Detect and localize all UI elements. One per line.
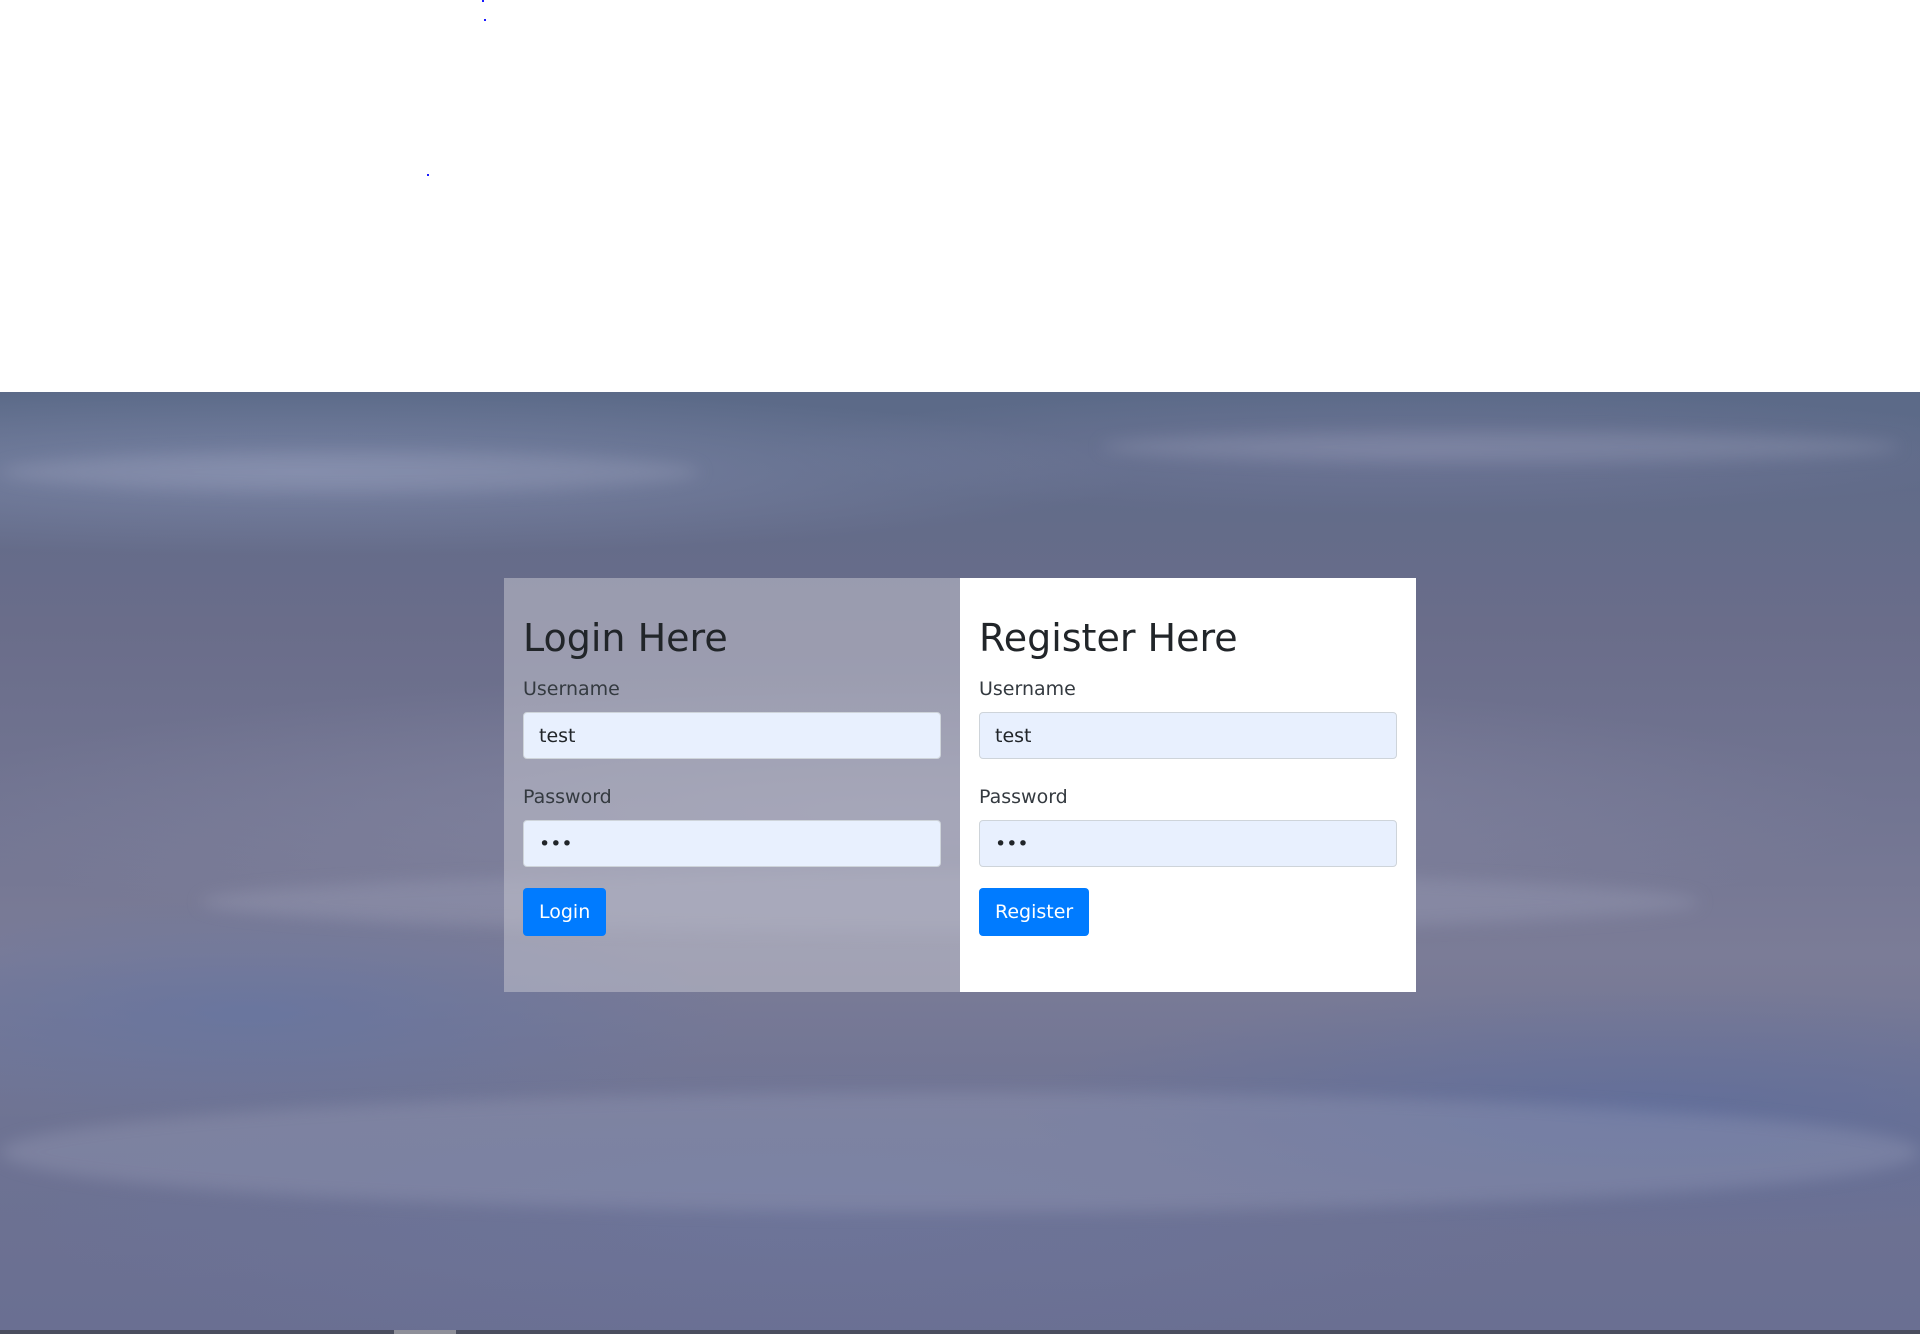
cloud-streak [0,452,700,492]
login-button[interactable]: Login [523,888,607,936]
login-password-label: Password [523,786,612,808]
stray-link-dot[interactable] [427,174,429,176]
stray-link-dot[interactable] [484,19,486,21]
horizontal-scrollbar[interactable] [0,1330,1920,1334]
login-panel: Login Here Username Password Login [504,578,960,992]
register-username-label: Username [979,678,1076,700]
login-password-input[interactable] [523,820,941,867]
login-username-label: Username [523,678,620,700]
scrollbar-thumb[interactable] [394,1330,456,1334]
cloud-streak [1100,432,1900,462]
register-password-label: Password [979,786,1068,808]
top-blank-area [0,0,1920,392]
register-title: Register Here [979,616,1238,660]
login-title: Login Here [523,616,728,660]
cloud-streak [0,1092,1920,1212]
register-password-input[interactable] [979,820,1397,867]
register-username-input[interactable] [979,712,1397,759]
login-username-input[interactable] [523,712,941,759]
stray-link-dot[interactable] [482,0,484,2]
register-panel: Register Here Username Password Register [960,578,1416,992]
register-button[interactable]: Register [979,888,1090,936]
